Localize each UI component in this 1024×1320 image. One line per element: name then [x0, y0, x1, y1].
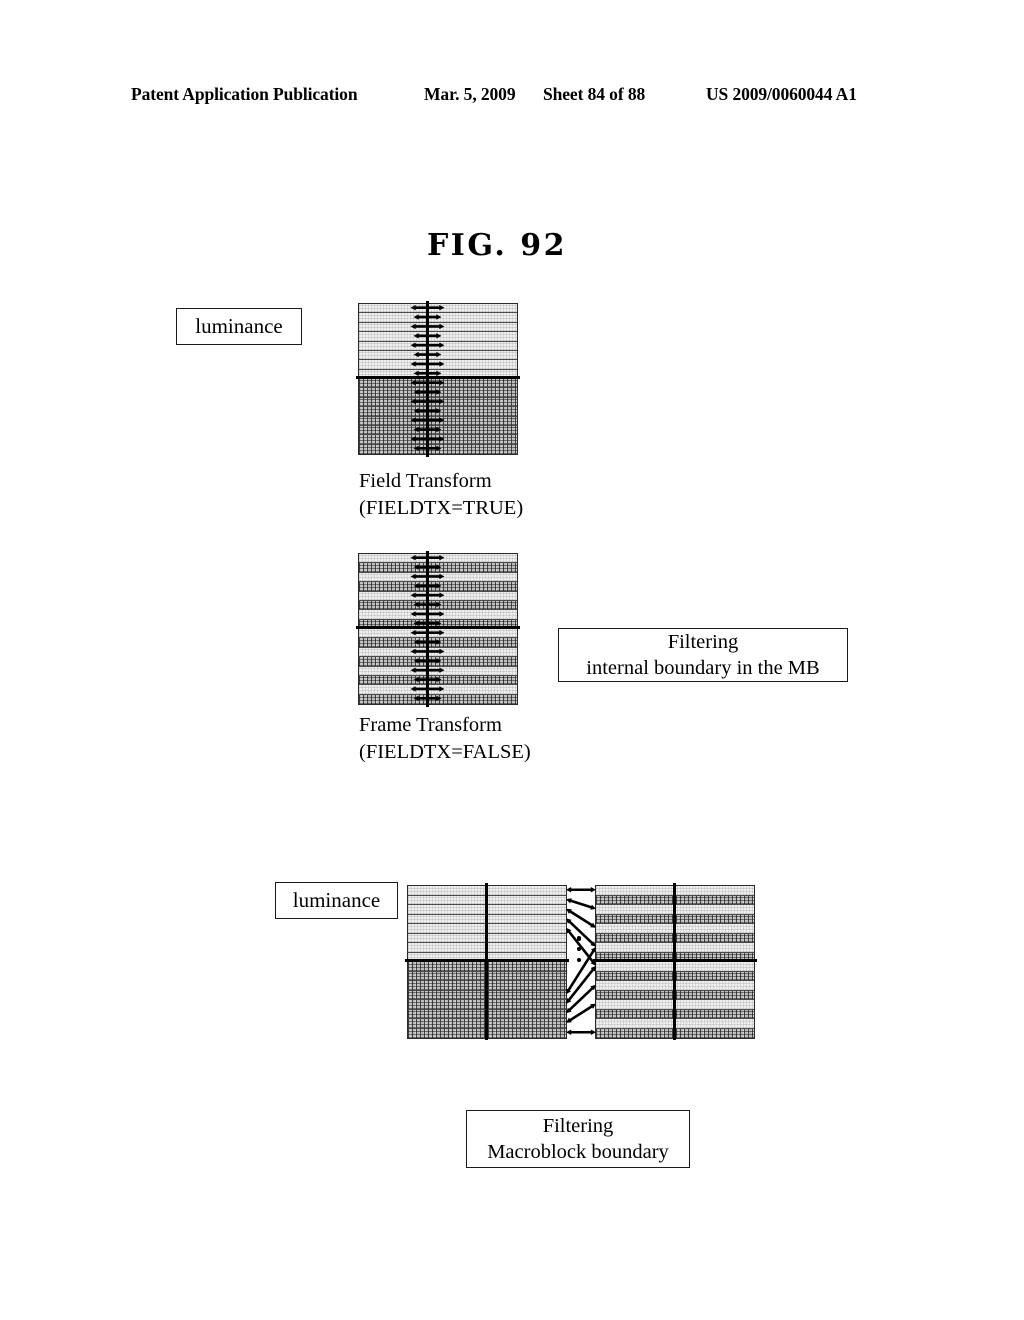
macroblock-row	[359, 388, 517, 398]
macroblock-row	[359, 582, 517, 592]
macroblock-row	[359, 647, 517, 658]
macroblock-row	[359, 444, 517, 454]
luminance-label-box-lower: luminance	[275, 882, 398, 919]
ellipsis-dot	[576, 946, 582, 952]
macroblock-row	[359, 397, 517, 408]
publication-header-number: US 2009/0060044 A1	[706, 84, 857, 104]
field-transform-caption-line2: (FIELDTX=TRUE)	[359, 497, 524, 520]
macroblock-row	[359, 675, 517, 686]
filtering-macroblock-boundary-line2: Macroblock boundary	[487, 1141, 669, 1163]
macroblock-boundary-left-vertical-line	[485, 883, 489, 1040]
macroblock-row	[359, 435, 517, 445]
macroblock-row	[359, 666, 517, 676]
filtering-internal-boundary-line1: Filtering	[667, 630, 739, 653]
macroblock-row	[359, 350, 517, 361]
macroblock-row	[359, 407, 517, 417]
frame-transform-internal-boundary	[356, 626, 520, 630]
frame-transform-caption-line2: (FIELDTX=FALSE)	[359, 741, 531, 764]
field-transform-internal-boundary	[356, 376, 520, 380]
macroblock-row	[359, 600, 517, 611]
figure-title: FIG. 92	[427, 228, 568, 263]
frame-transform-center-line	[426, 551, 430, 707]
macroblock-row	[359, 694, 517, 704]
field-transform-caption-line1: Field Transform	[359, 470, 492, 492]
field-transform-caption: Field Transform (FIELDTX=TRUE)	[359, 468, 523, 523]
frame-transform-caption-line1: Frame Transform	[359, 714, 502, 736]
field-transform-center-line	[426, 301, 430, 457]
macroblock-row	[359, 563, 517, 573]
publication-header-title: Patent Application Publication	[131, 84, 358, 104]
macroblock-row	[359, 610, 517, 620]
macroblock-row	[359, 416, 517, 426]
macroblock-row	[359, 638, 517, 648]
frame-transform-caption: Frame Transform (FIELDTX=FALSE)	[359, 712, 531, 767]
macroblock-row	[359, 629, 517, 639]
macroblock-row	[359, 425, 517, 436]
publication-header-sheet: Sheet 84 of 88	[543, 84, 646, 104]
macroblock-row	[359, 322, 517, 333]
publication-header-date: Mar. 5, 2009	[424, 84, 516, 104]
macroblock-row	[359, 341, 517, 351]
luminance-label-lower-text: luminance	[292, 888, 381, 913]
macroblock-boundary-right-vertical-line	[673, 883, 677, 1040]
ellipsis-dot	[576, 936, 582, 941]
macroblock-row	[359, 304, 517, 314]
filtering-internal-boundary-line2: internal boundary in the MB	[586, 657, 820, 679]
ellipsis-dot	[576, 957, 582, 962]
macroblock-row	[359, 360, 517, 370]
luminance-label-box-upper: luminance	[176, 308, 302, 345]
macroblock-row	[359, 591, 517, 601]
vertical-ellipsis	[576, 936, 582, 962]
macroblock-row	[359, 685, 517, 695]
macroblock-row	[359, 572, 517, 583]
filtering-internal-boundary-box: Filtering internal boundary in the MB	[558, 628, 848, 682]
macroblock-row	[359, 657, 517, 667]
publication-header: Patent Application Publication Mar. 5, 2…	[0, 84, 1024, 110]
luminance-label-upper-text: luminance	[195, 314, 283, 339]
filtering-macroblock-boundary-line1: Filtering	[542, 1114, 614, 1137]
filtering-macroblock-boundary-box: Filtering Macroblock boundary	[466, 1110, 690, 1168]
macroblock-row	[359, 332, 517, 342]
macroblock-row	[359, 379, 517, 389]
macroblock-row	[359, 554, 517, 564]
macroblock-row	[359, 313, 517, 323]
